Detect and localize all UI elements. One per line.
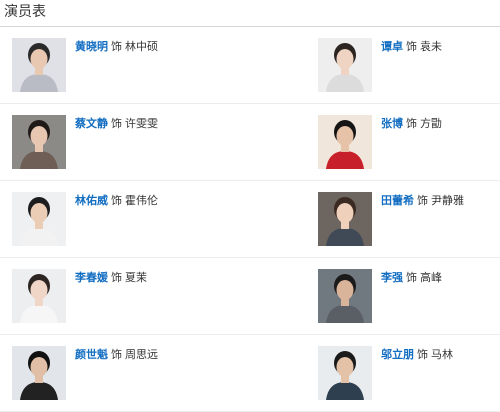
cast-item: 邬立朋饰马林 — [318, 335, 500, 412]
cast-info: 李强饰高峰 — [381, 270, 442, 286]
actor-name-link[interactable]: 黄晓明 — [75, 40, 108, 53]
as-label: 饰 — [406, 40, 417, 53]
role-name: 马林 — [431, 348, 453, 361]
as-label: 饰 — [417, 348, 428, 361]
role-name: 周思远 — [125, 348, 158, 361]
cast-info: 张博饰方勖 — [381, 116, 442, 132]
cast-item: 李强饰高峰 — [318, 258, 500, 335]
as-label: 饰 — [417, 194, 428, 207]
actor-name-link[interactable]: 蔡文静 — [75, 117, 108, 130]
cast-item: 张博饰方勖 — [318, 104, 500, 181]
cast-list-title: 演员表 — [4, 4, 46, 20]
cast-item: 谭卓饰袁未 — [318, 27, 500, 104]
actor-photo-lin-youwei[interactable] — [12, 192, 66, 246]
role-name: 高峰 — [420, 271, 442, 284]
cast-row: 蔡文静饰许雯雯 张博饰方勖 — [0, 104, 500, 181]
role-name: 许雯雯 — [125, 117, 158, 130]
actor-photo-yan-shikui[interactable] — [12, 346, 66, 400]
cast-item: 蔡文静饰许雯雯 — [12, 104, 252, 181]
cast-row: 颜世魁饰周思远 邬立朋饰马林 — [0, 335, 500, 412]
role-name: 尹静雅 — [431, 194, 464, 207]
cast-row: 李春媛饰夏茉 李强饰高峰 — [0, 258, 500, 335]
cast-item: 颜世魁饰周思远 — [12, 335, 252, 412]
actor-photo-huang-xiaoming[interactable] — [12, 38, 66, 92]
role-name: 夏茉 — [125, 271, 147, 284]
actor-photo-zhang-bo[interactable] — [318, 115, 372, 169]
actor-name-link[interactable]: 谭卓 — [381, 40, 403, 53]
actor-photo-cai-wenjing[interactable] — [12, 115, 66, 169]
actor-name-link[interactable]: 张博 — [381, 117, 403, 130]
actor-photo-wu-lipeng[interactable] — [318, 346, 372, 400]
cast-info: 林佑威饰霍伟伦 — [75, 193, 158, 209]
actor-name-link[interactable]: 李强 — [381, 271, 403, 284]
cast-item: 田蕾希饰尹静雅 — [318, 181, 500, 258]
role-name: 方勖 — [420, 117, 442, 130]
as-label: 饰 — [111, 40, 122, 53]
actor-photo-tan-zhuo[interactable] — [318, 38, 372, 92]
cast-row: 黄晓明饰林中硕 谭卓饰袁未 — [0, 27, 500, 104]
cast-info: 谭卓饰袁未 — [381, 39, 442, 55]
cast-item: 李春媛饰夏茉 — [12, 258, 252, 335]
role-name: 霍伟伦 — [125, 194, 158, 207]
actor-name-link[interactable]: 颜世魁 — [75, 348, 108, 361]
role-name: 袁未 — [420, 40, 442, 53]
as-label: 饰 — [406, 117, 417, 130]
cast-item: 黄晓明饰林中硕 — [12, 27, 252, 104]
actor-name-link[interactable]: 田蕾希 — [381, 194, 414, 207]
actor-name-link[interactable]: 林佑威 — [75, 194, 108, 207]
actor-name-link[interactable]: 李春媛 — [75, 271, 108, 284]
as-label: 饰 — [111, 348, 122, 361]
as-label: 饰 — [111, 194, 122, 207]
role-name: 林中硕 — [125, 40, 158, 53]
as-label: 饰 — [111, 117, 122, 130]
actor-photo-li-qiang[interactable] — [318, 269, 372, 323]
cast-item: 林佑威饰霍伟伦 — [12, 181, 252, 258]
actor-name-link[interactable]: 邬立朋 — [381, 348, 414, 361]
actor-photo-li-chunyuan[interactable] — [12, 269, 66, 323]
cast-info: 蔡文静饰许雯雯 — [75, 116, 158, 132]
cast-info: 李春媛饰夏茉 — [75, 270, 147, 286]
cast-info: 黄晓明饰林中硕 — [75, 39, 158, 55]
cast-info: 田蕾希饰尹静雅 — [381, 193, 464, 209]
as-label: 饰 — [111, 271, 122, 284]
cast-info: 邬立朋饰马林 — [381, 347, 453, 363]
as-label: 饰 — [406, 271, 417, 284]
cast-info: 颜世魁饰周思远 — [75, 347, 158, 363]
actor-photo-tian-leixi[interactable] — [318, 192, 372, 246]
cast-row: 林佑威饰霍伟伦 田蕾希饰尹静雅 — [0, 181, 500, 258]
